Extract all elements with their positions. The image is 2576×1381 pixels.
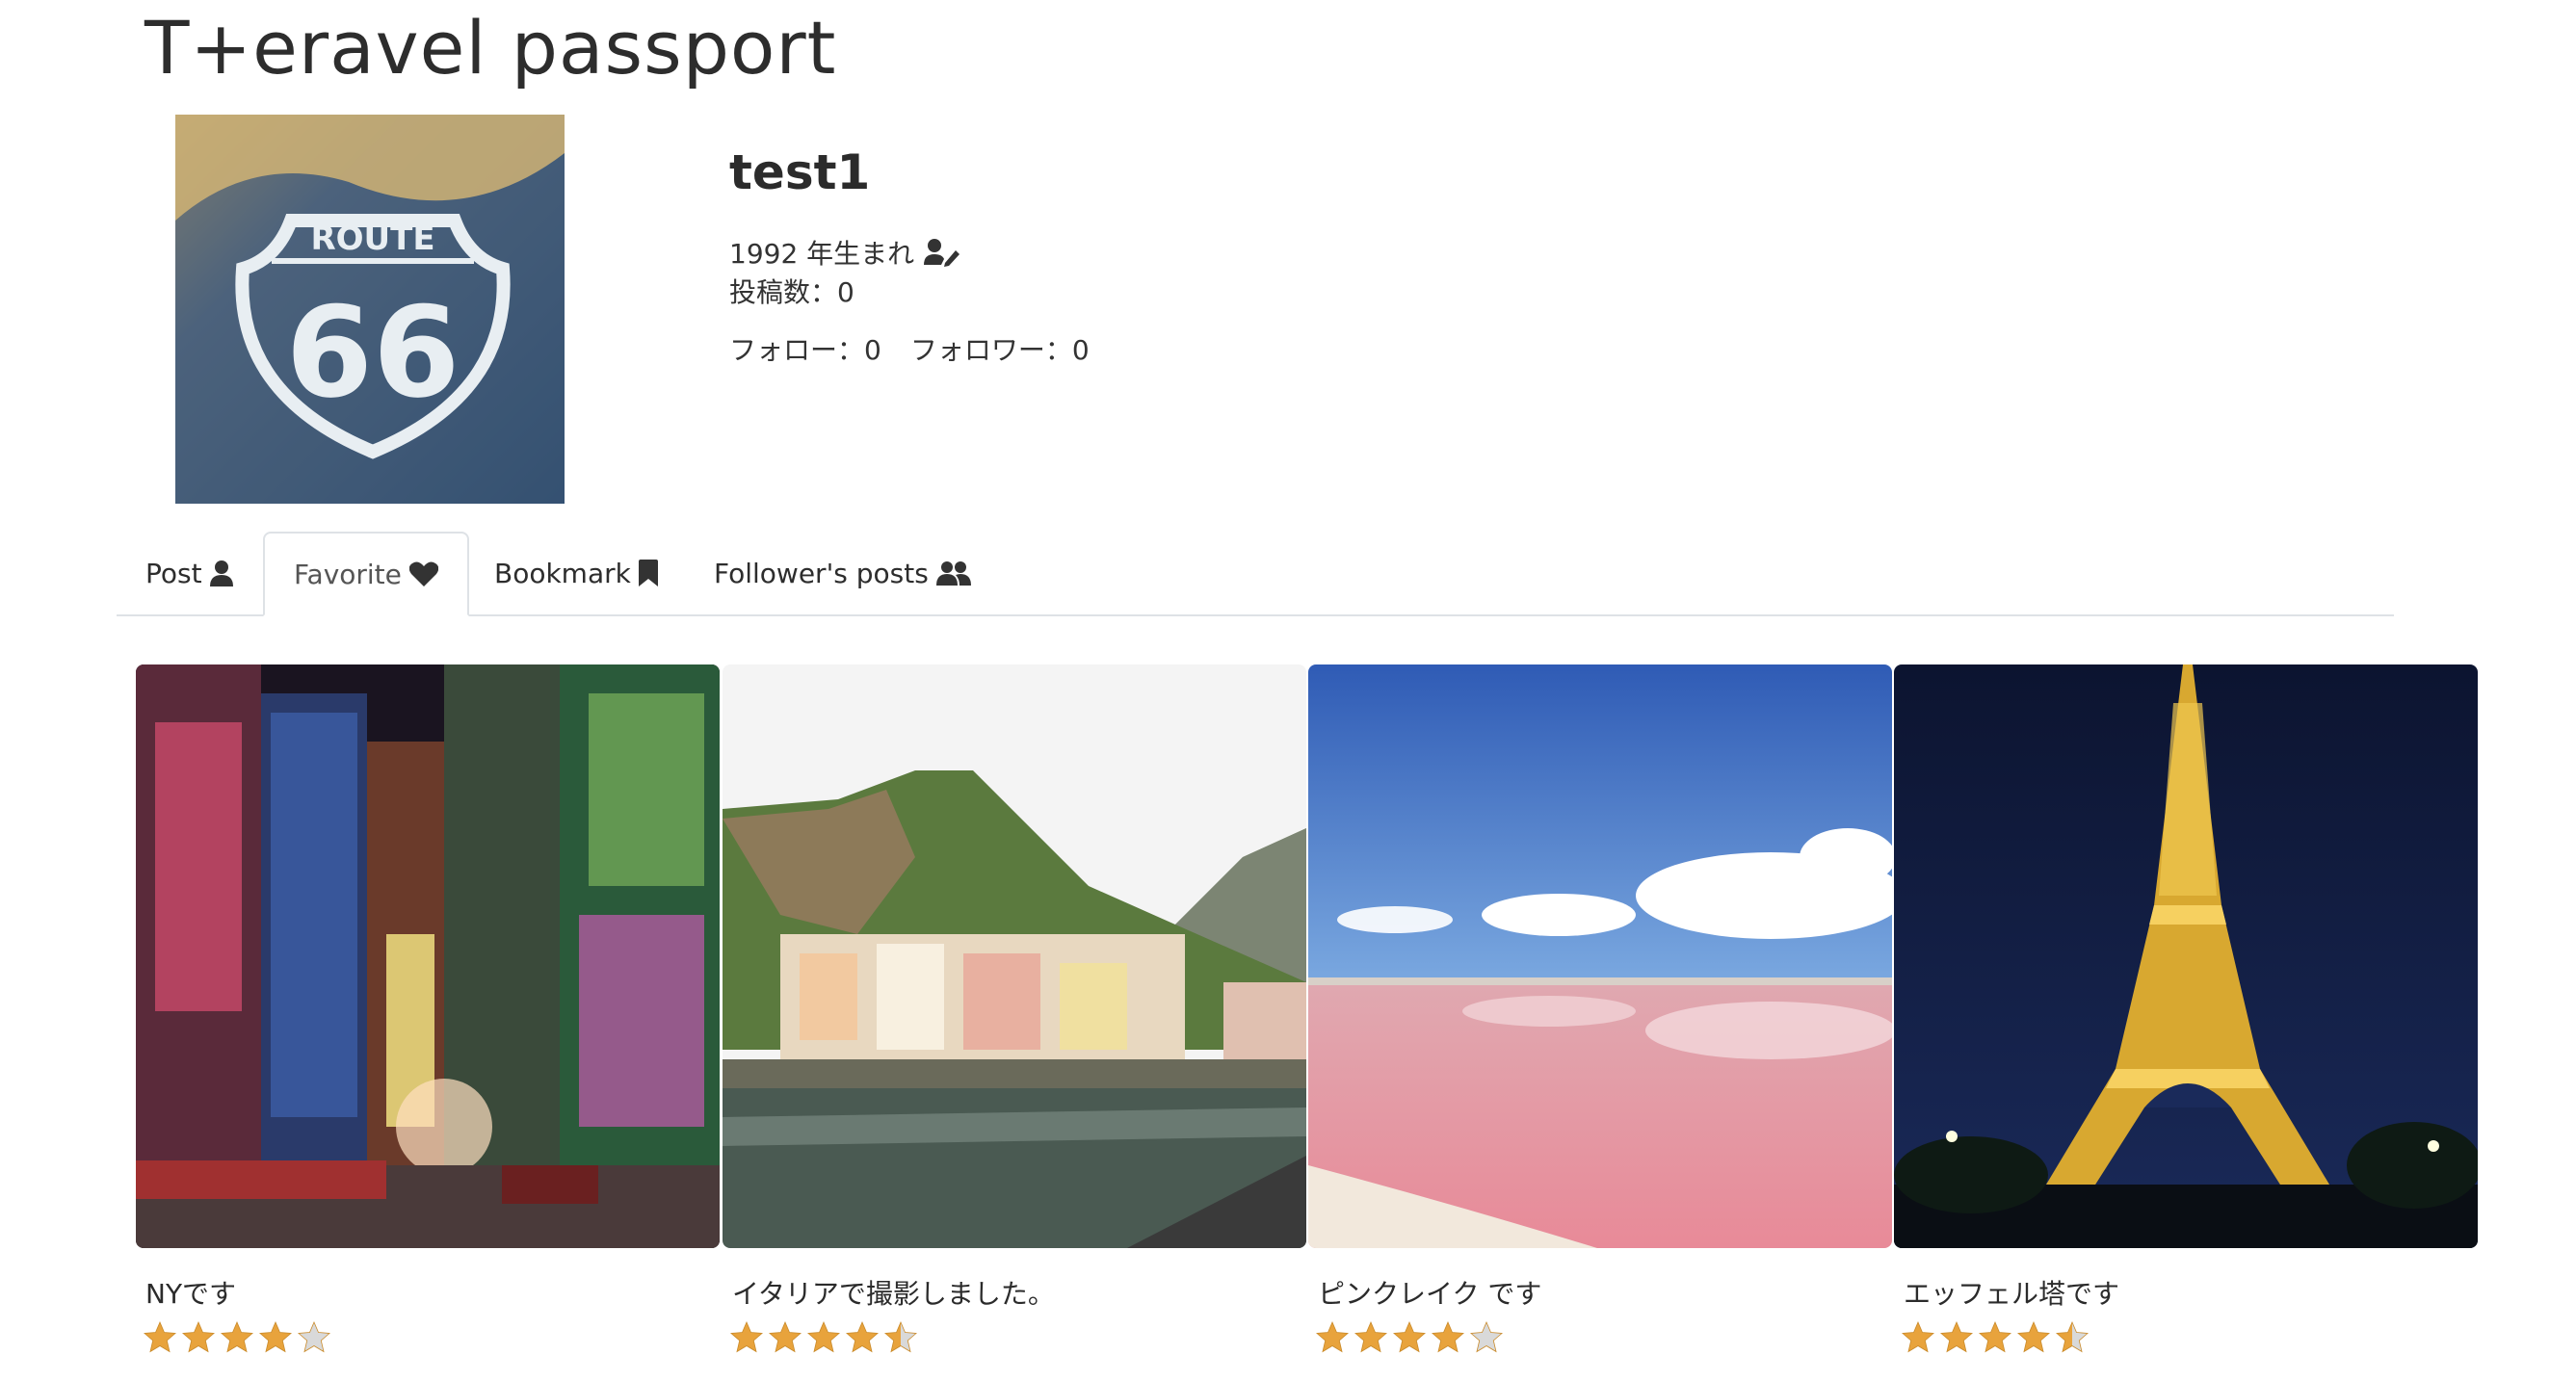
user-icon [209, 560, 233, 586]
profile-tabs: Post Favorite Bookmark Follower's posts [117, 532, 2394, 616]
username: test1 [729, 144, 871, 200]
star-half-icon [2056, 1320, 2089, 1354]
star-full-icon [2017, 1320, 2050, 1354]
avatar-number-text: 66 [286, 279, 460, 426]
star-full-icon [221, 1320, 253, 1354]
bookmark-icon [638, 560, 658, 586]
post-caption: ピンクレイク です [1318, 1278, 1542, 1310]
star-empty-icon [298, 1320, 330, 1354]
post-image-pink-lake[interactable] [1308, 664, 1892, 1248]
star-half-icon [884, 1320, 917, 1354]
star-full-icon [846, 1320, 879, 1354]
post-caption: エッフェル塔です [1904, 1278, 2120, 1310]
star-full-icon [1354, 1320, 1387, 1354]
post-count: 投稿数：0 [729, 276, 854, 308]
star-full-icon [1979, 1320, 2011, 1354]
post-image-italy[interactable] [723, 664, 1306, 1248]
app-title[interactable]: T+eravel passport [145, 0, 836, 96]
tab-followers-posts[interactable]: Follower's posts [685, 532, 1000, 614]
star-full-icon [182, 1320, 215, 1354]
post-card[interactable]: NYです [136, 664, 720, 1354]
post-image-new-york[interactable] [136, 664, 720, 1248]
post-card[interactable]: ピンクレイク です [1308, 664, 1892, 1354]
tab-bookmark[interactable]: Bookmark [465, 532, 687, 614]
post-card[interactable]: イタリアで撮影しました。 [723, 664, 1306, 1354]
follower-count[interactable]: フォロワー：0 [910, 334, 1090, 366]
rating-stars [1902, 1320, 2478, 1354]
star-full-icon [259, 1320, 292, 1354]
birth-year: 1992 年生まれ [729, 238, 915, 270]
star-full-icon [769, 1320, 802, 1354]
follow-count[interactable]: フォロー：0 [729, 334, 881, 366]
tab-favorite[interactable]: Favorite [263, 532, 469, 616]
tab-followers-posts-label: Follower's posts [714, 557, 929, 589]
profile-avatar: ROUTE 66 [175, 115, 565, 504]
rating-stars [1316, 1320, 1892, 1354]
rating-stars [144, 1320, 720, 1354]
tab-favorite-label: Favorite [294, 558, 402, 590]
post-caption: イタリアで撮影しました。 [732, 1278, 1055, 1310]
star-full-icon [1940, 1320, 1973, 1354]
star-empty-icon [1470, 1320, 1503, 1354]
star-full-icon [144, 1320, 176, 1354]
birth-row: 1992 年生まれ [729, 233, 960, 272]
user-edit-icon[interactable] [924, 238, 960, 267]
star-full-icon [730, 1320, 763, 1354]
post-card[interactable]: エッフェル塔です [1894, 664, 2478, 1354]
star-full-icon [1393, 1320, 1426, 1354]
post-caption: NYです [145, 1278, 237, 1310]
follow-stats: フォロー：0 フォロワー：0 [729, 329, 1090, 368]
rating-stars [730, 1320, 1306, 1354]
tab-bookmark-label: Bookmark [494, 557, 631, 589]
star-full-icon [1902, 1320, 1934, 1354]
star-full-icon [1316, 1320, 1349, 1354]
users-icon [935, 560, 971, 586]
tab-post[interactable]: Post [117, 532, 262, 614]
avatar-route-text: ROUTE [310, 220, 434, 258]
post-image-eiffel-tower[interactable] [1894, 664, 2478, 1248]
star-full-icon [1432, 1320, 1464, 1354]
tab-post-label: Post [145, 557, 202, 589]
heart-icon [408, 561, 438, 586]
star-full-icon [807, 1320, 840, 1354]
